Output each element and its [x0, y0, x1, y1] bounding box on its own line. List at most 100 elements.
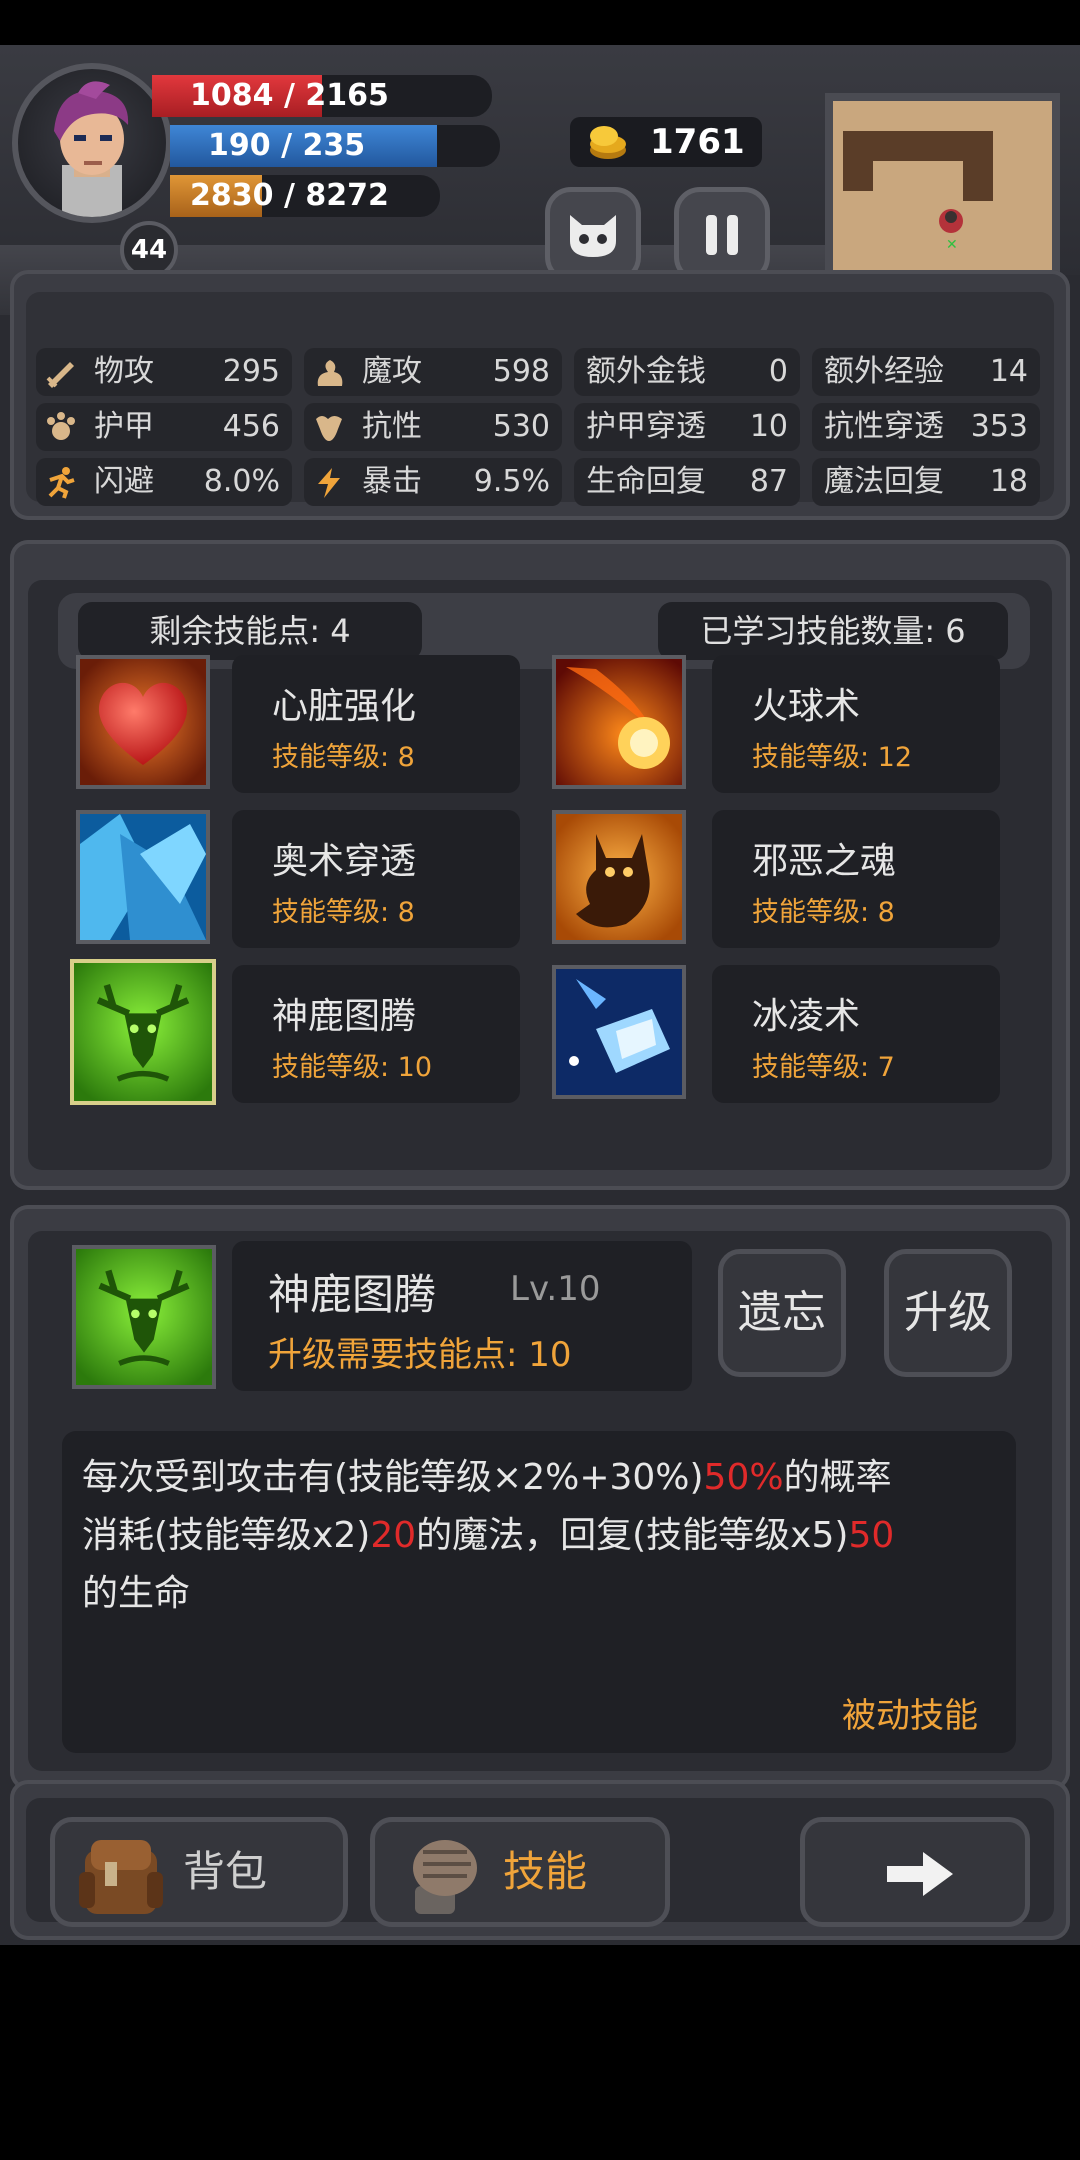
stat-value: 8.0% [203, 464, 280, 499]
backpack-icon [79, 1840, 163, 1914]
skill-slot-arcane[interactable] [76, 810, 210, 944]
skill-level: 技能等级: 8 [752, 897, 895, 928]
skill-slot-fireball[interactable] [552, 655, 686, 789]
hero-portrait-icon [54, 81, 129, 217]
skill-card-deer-totem[interactable]: 神鹿图腾 技能等级: 10 [232, 965, 520, 1103]
skills-tab-button[interactable]: 技能 [370, 1817, 670, 1927]
description-line-2: 消耗(技能等级x2)20的魔法，回复(技能等级x5)50 [82, 1507, 894, 1565]
skill-card-evil-soul[interactable]: 邪恶之魂 技能等级: 8 [712, 810, 1000, 948]
next-arrow-button[interactable] [800, 1817, 1030, 1927]
genie-icon [312, 356, 346, 388]
skills-tab-label: 技能 [503, 1847, 588, 1896]
stat-10: 生命回复 87 [574, 458, 800, 506]
stat-9: 暴击 9.5% [304, 458, 562, 506]
lightning-icon [312, 466, 346, 498]
stat-value: 353 [970, 409, 1028, 444]
paw-shield-icon [44, 411, 78, 443]
skill-slot-heart[interactable] [76, 655, 210, 789]
skill-level: 技能等级: 8 [272, 897, 415, 928]
description-line-3: 的生命 [82, 1565, 894, 1623]
pause-icon [706, 215, 738, 255]
skill-description: 每次受到攻击有(技能等级×2%+30%)50%的概率 消耗(技能等级x2)20的… [82, 1449, 894, 1623]
skill-card-arcane[interactable]: 奥术穿透 技能等级: 8 [232, 810, 520, 948]
heart-icon [80, 659, 206, 785]
stat-label: 护甲穿透 [586, 409, 706, 444]
skill-name: 火球术 [752, 686, 861, 727]
desc-text: 的概率 [783, 1457, 892, 1498]
fireball-icon [556, 659, 682, 785]
svg-text:✕: ✕ [946, 237, 958, 253]
stat-value: 456 [222, 409, 280, 444]
hp-text: 1084 / 2165 [190, 78, 389, 113]
coin-amount: 1761 [650, 122, 745, 162]
desc-value: 50 [848, 1515, 895, 1556]
skill-level: 技能等级: 7 [752, 1052, 895, 1083]
monster-info-button[interactable] [545, 187, 641, 283]
deer-totem-icon [76, 1249, 212, 1385]
stat-11: 魔法回复 18 [812, 458, 1040, 506]
pause-button[interactable] [674, 187, 770, 283]
demon-soul-icon [556, 814, 682, 940]
game-screen: 44 1084 / 2165 190 / 235 2830 / 8272 176… [0, 45, 1080, 1945]
desc-text: 的魔法，回复(技能等级x5) [416, 1515, 849, 1556]
skill-level: 技能等级: 8 [272, 742, 415, 773]
running-man-icon [44, 466, 78, 499]
forget-button[interactable]: 遗忘 [718, 1249, 846, 1377]
backpack-button[interactable]: 背包 [50, 1817, 348, 1927]
stat-label: 魔攻 [362, 354, 422, 389]
stat-2: 额外金钱 0 [574, 348, 800, 396]
skill-slot-evil-soul[interactable] [552, 810, 686, 944]
skill-level: 技能等级: 10 [272, 1052, 433, 1083]
skill-name: 神鹿图腾 [272, 996, 417, 1037]
skill-slot-deer-totem-selected[interactable] [70, 959, 216, 1105]
stat-label: 物攻 [94, 354, 154, 389]
stat-label: 护甲 [94, 409, 154, 444]
flex-arm-icon [312, 411, 346, 443]
stat-value: 18 [989, 464, 1028, 499]
detail-skill-name: 神鹿图腾 [268, 1270, 437, 1319]
stat-0: 物攻 295 [36, 348, 292, 396]
upgrade-label: 升级 [904, 1287, 992, 1338]
fist-icon [413, 1840, 477, 1914]
arrow-right-icon [887, 1852, 953, 1896]
stat-value: 530 [492, 409, 550, 444]
gold-coin-icon [590, 126, 626, 159]
upgrade-cost: 升级需要技能点: 10 [268, 1335, 572, 1375]
sword-icon [44, 356, 78, 388]
stat-value: 87 [749, 464, 788, 499]
skill-card-fireball[interactable]: 火球术 技能等级: 12 [712, 655, 1000, 793]
forget-label: 遗忘 [738, 1287, 826, 1338]
stat-value: 295 [222, 354, 280, 389]
skill-card-heart[interactable]: 心脏强化 技能等级: 8 [232, 655, 520, 793]
stat-7: 抗性穿透 353 [812, 403, 1040, 451]
stat-label: 生命回复 [586, 464, 706, 499]
stat-3: 额外经验 14 [812, 348, 1040, 396]
stat-value: 0 [768, 354, 788, 389]
stat-value: 14 [989, 354, 1028, 389]
skill-slot-ice[interactable] [552, 965, 686, 1099]
skill-name: 奥术穿透 [272, 841, 417, 882]
desc-text: 每次受到攻击有(技能等级×2%+30%) [82, 1457, 704, 1498]
upgrade-button[interactable]: 升级 [884, 1249, 1012, 1377]
stat-1: 魔攻 598 [304, 348, 562, 396]
stat-value: 9.5% [473, 464, 550, 499]
mp-text: 190 / 235 [208, 128, 366, 163]
stat-label: 额外金钱 [586, 354, 706, 389]
stat-label: 魔法回复 [824, 464, 944, 499]
stat-value: 598 [492, 354, 550, 389]
skill-card-ice[interactable]: 冰凌术 技能等级: 7 [712, 965, 1000, 1103]
player-avatar[interactable] [12, 63, 172, 223]
detail-skill-level: Lv.10 [510, 1269, 601, 1309]
deer-totem-icon [74, 963, 212, 1101]
stat-label: 暴击 [362, 464, 422, 499]
stat-value: 10 [749, 409, 788, 444]
skill-type-label: 被动技能 [842, 1696, 978, 1736]
stat-label: 抗性穿透 [824, 409, 944, 444]
remaining-skill-points: 剩余技能点: 4 [78, 602, 422, 660]
description-line-1: 每次受到攻击有(技能等级×2%+30%)50%的概率 [82, 1449, 894, 1507]
skill-name: 心脏强化 [272, 686, 417, 727]
stat-4: 护甲 456 [36, 403, 292, 451]
xp-text: 2830 / 8272 [190, 178, 389, 213]
backpack-label: 背包 [183, 1847, 268, 1896]
stat-6: 护甲穿透 10 [574, 403, 800, 451]
